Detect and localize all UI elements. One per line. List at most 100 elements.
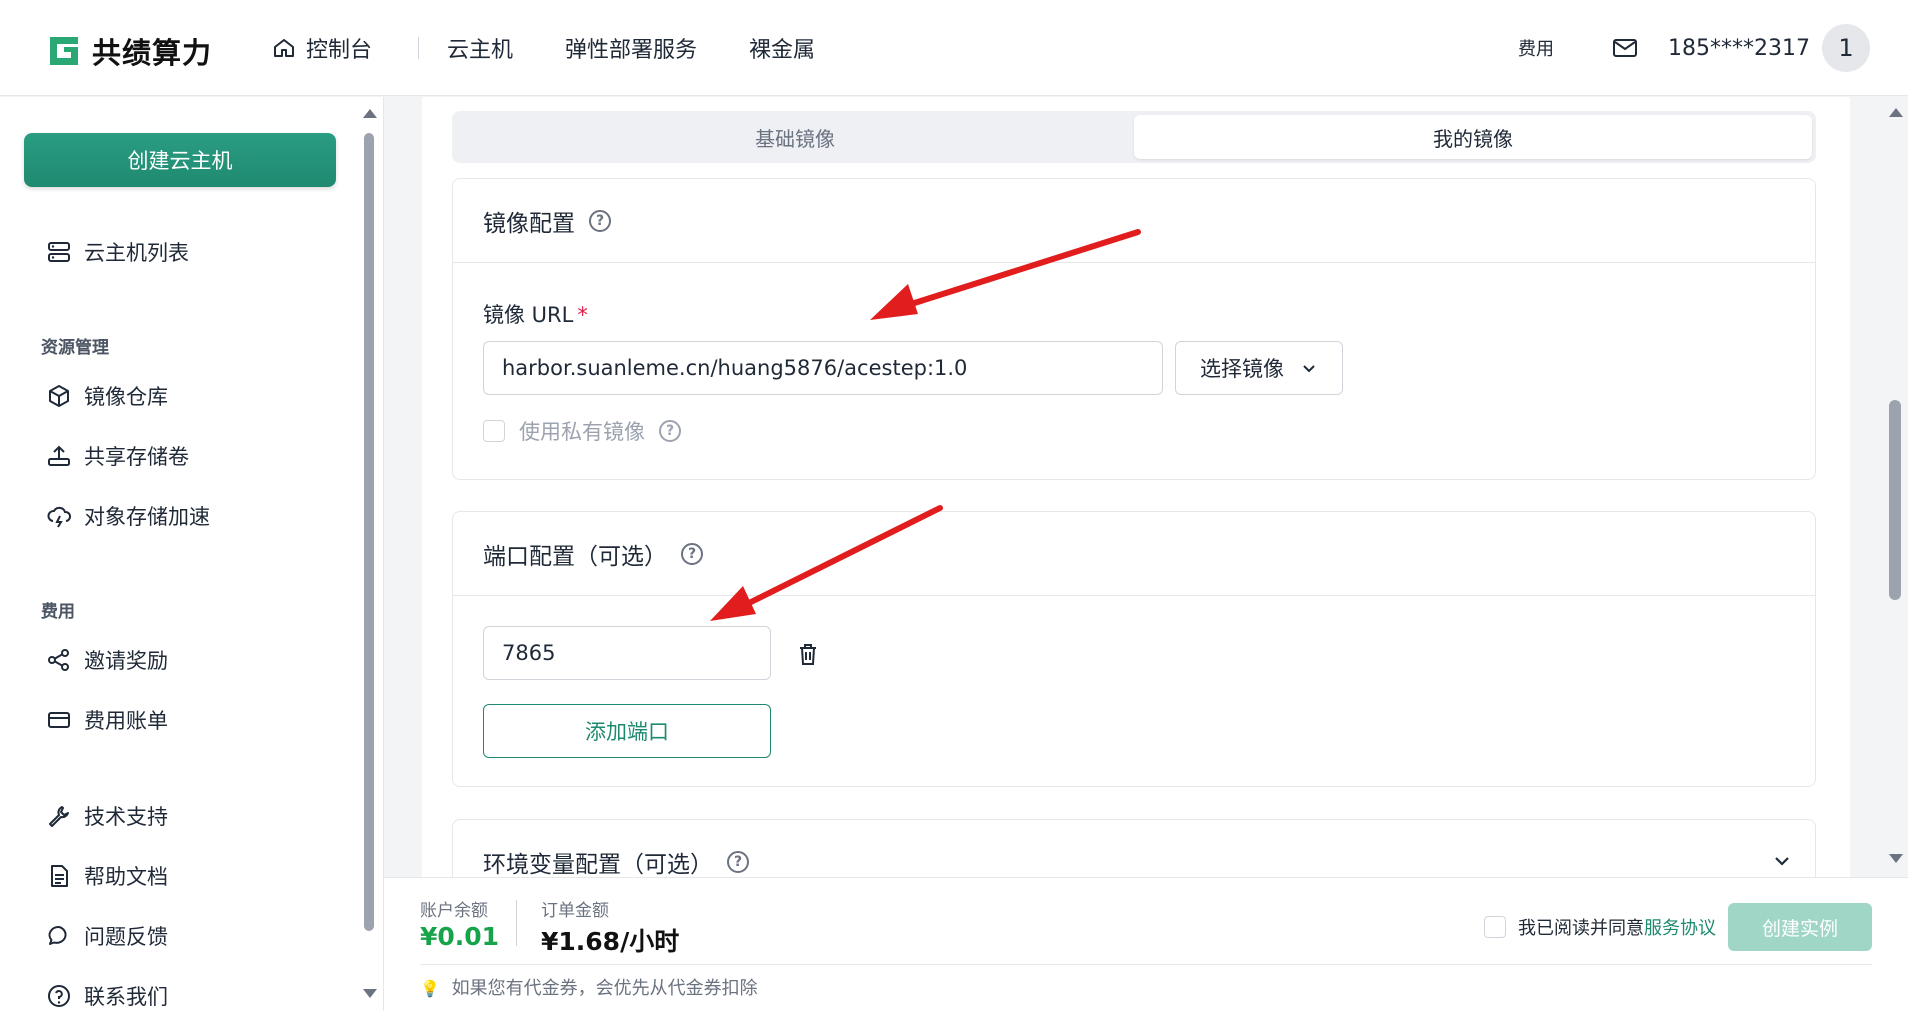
- chevron-down-icon[interactable]: [1771, 850, 1793, 872]
- nav-cloud-host-label: 云主机: [447, 38, 514, 63]
- sidebar-item-label: 帮助文档: [84, 865, 168, 889]
- header-fee-link[interactable]: 费用: [1518, 35, 1554, 61]
- brand-logo[interactable]: 共绩算力: [46, 30, 212, 72]
- trash-icon[interactable]: [797, 642, 819, 666]
- sidebar-group-fees: 费用: [41, 602, 75, 622]
- create-instance-button[interactable]: 创建实例: [1728, 903, 1872, 951]
- wrench-icon: [49, 806, 69, 827]
- sidebar-item-label: 共享存储卷: [84, 445, 189, 469]
- select-image-label: 选择镜像: [1200, 357, 1284, 381]
- avatar[interactable]: 1: [1822, 24, 1870, 72]
- image-tabs: 基础镜像 我的镜像: [452, 111, 1816, 163]
- voucher-tip: 💡 如果您有代金券，会优先从代金券扣除: [420, 974, 758, 1000]
- nav-console[interactable]: 控制台: [246, 28, 398, 68]
- sidebar-item-label: 问题反馈: [84, 925, 168, 949]
- help-icon[interactable]: ?: [681, 542, 703, 565]
- service-agreement-link[interactable]: 服务协议: [1644, 914, 1716, 940]
- sidebar-item-contact[interactable]: 联系我们: [46, 981, 168, 1011]
- tab-basic-image[interactable]: 基础镜像: [456, 115, 1134, 159]
- agreement-text: 我已阅读并同意: [1518, 918, 1644, 939]
- sidebar-item-label: 联系我们: [84, 985, 168, 1009]
- nav-bare-metal-label: 裸金属: [749, 38, 816, 63]
- sidebar-item-help-docs[interactable]: 帮助文档: [46, 861, 168, 891]
- content-scrollbar[interactable]: [1889, 400, 1901, 600]
- balance-label: 账户余额: [420, 901, 488, 921]
- image-url-label: 镜像 URL *: [483, 299, 588, 329]
- sidebar-group-resources: 资源管理: [41, 338, 109, 358]
- sidebar-item-shared-storage[interactable]: 共享存储卷: [46, 441, 189, 471]
- sidebar-item-label: 费用账单: [84, 709, 168, 733]
- nav-bare-metal[interactable]: 裸金属: [723, 28, 841, 68]
- help-icon[interactable]: ?: [727, 851, 749, 873]
- voucher-tip-text: 如果您有代金券，会优先从代金券扣除: [451, 978, 758, 999]
- sidebar-item-host-list[interactable]: 云主机列表: [46, 237, 189, 267]
- select-image-button[interactable]: 选择镜像: [1175, 341, 1343, 395]
- nav-console-label: 控制台: [306, 38, 373, 63]
- help-icon[interactable]: ?: [659, 420, 681, 442]
- sidebar-item-feedback[interactable]: 问题反馈: [46, 921, 168, 951]
- balance-value: ¥0.01: [420, 922, 500, 951]
- required-mark: *: [577, 303, 588, 327]
- create-host-button[interactable]: 创建云主机: [24, 133, 336, 187]
- server-icon: [48, 242, 70, 262]
- share-icon: [48, 649, 69, 671]
- sidebar-scrollbar[interactable]: [364, 133, 374, 931]
- nav-elastic-deploy[interactable]: 弹性部署服务: [539, 28, 723, 68]
- cube-icon: [49, 385, 69, 407]
- sidebar-item-label: 镜像仓库: [84, 385, 168, 409]
- env-config-header[interactable]: 环境变量配置（可选） ?: [453, 820, 1815, 877]
- private-image-option[interactable]: 使用私有镜像 ?: [483, 416, 681, 446]
- tab-my-image[interactable]: 我的镜像: [1134, 115, 1812, 159]
- footer-divider: [516, 900, 517, 946]
- port-config-card: 端口配置（可选） ? 7865 添加端口: [452, 511, 1816, 787]
- lightbulb-icon: 💡: [420, 979, 440, 998]
- help-icon[interactable]: ?: [589, 209, 611, 232]
- chat-bubble-icon: [48, 926, 67, 945]
- sidebar-scroll-up[interactable]: [363, 109, 377, 118]
- env-config-title: 环境变量配置（可选）: [483, 852, 713, 877]
- sidebar-item-label: 云主机列表: [84, 241, 189, 265]
- sidebar-item-invite[interactable]: 邀请奖励: [46, 645, 168, 675]
- add-port-button[interactable]: 添加端口: [483, 704, 771, 758]
- image-url-input[interactable]: harbor.suanleme.cn/huang5876/acestep:1.0: [483, 341, 1163, 395]
- nav-elastic-deploy-label: 弹性部署服务: [565, 38, 698, 63]
- order-amount-label: 订单金额: [541, 901, 609, 921]
- document-icon: [51, 865, 68, 887]
- card-icon: [48, 712, 70, 728]
- nav-divider: [418, 37, 420, 59]
- sidebar: 创建云主机 云主机列表 资源管理 镜像仓库 共享存储卷 对象存储加速 费用 邀请…: [0, 97, 384, 1011]
- chevron-down-icon: [1303, 365, 1315, 373]
- header-right: 费用 185****2317 1: [1518, 0, 1870, 96]
- content-scroll-down[interactable]: [1889, 854, 1903, 863]
- logo-icon: [50, 37, 78, 65]
- nav-cloud-host[interactable]: 云主机: [421, 28, 539, 68]
- main-content: 基础镜像 我的镜像 镜像配置 ? 镜像 URL * harbor.suanleme…: [422, 97, 1850, 877]
- image-config-header: 镜像配置 ?: [453, 179, 1815, 263]
- help-circle-icon: [48, 985, 70, 1007]
- footer-separator: [420, 964, 1872, 965]
- private-image-checkbox[interactable]: [483, 420, 505, 442]
- upload-drive-icon: [48, 445, 70, 466]
- sidebar-scroll-down[interactable]: [363, 989, 377, 998]
- sidebar-item-label: 技术支持: [84, 805, 168, 829]
- brand-name: 共绩算力: [92, 36, 213, 70]
- user-phone[interactable]: 185****2317: [1668, 36, 1810, 61]
- content-scroll-up[interactable]: [1889, 108, 1903, 117]
- port-config-header: 端口配置（可选） ?: [453, 512, 1815, 596]
- agreement-checkbox[interactable]: [1484, 916, 1506, 938]
- sidebar-item-label: 对象存储加速: [84, 505, 210, 529]
- sidebar-item-billing[interactable]: 费用账单: [46, 705, 168, 735]
- image-config-card: 镜像配置 ? 镜像 URL * harbor.suanleme.cn/huang5…: [452, 178, 1816, 480]
- home-icon: [274, 39, 294, 57]
- mail-icon[interactable]: [1612, 37, 1638, 59]
- private-image-label: 使用私有镜像: [519, 420, 645, 444]
- top-header: 共绩算力 控制台 云主机 弹性部署服务 裸金属 费用 185****2317 1: [0, 0, 1908, 96]
- env-config-card: 环境变量配置（可选） ?: [452, 819, 1816, 877]
- port-input[interactable]: 7865: [483, 626, 771, 680]
- image-config-title: 镜像配置: [483, 210, 575, 237]
- sidebar-item-tech-support[interactable]: 技术支持: [46, 801, 168, 831]
- agreement-row[interactable]: 我已阅读并同意 服务协议: [1484, 914, 1716, 940]
- sidebar-item-image-repo[interactable]: 镜像仓库: [46, 381, 168, 411]
- main-nav: 控制台 云主机 弹性部署服务 裸金属: [246, 0, 841, 96]
- sidebar-item-object-storage[interactable]: 对象存储加速: [46, 501, 210, 531]
